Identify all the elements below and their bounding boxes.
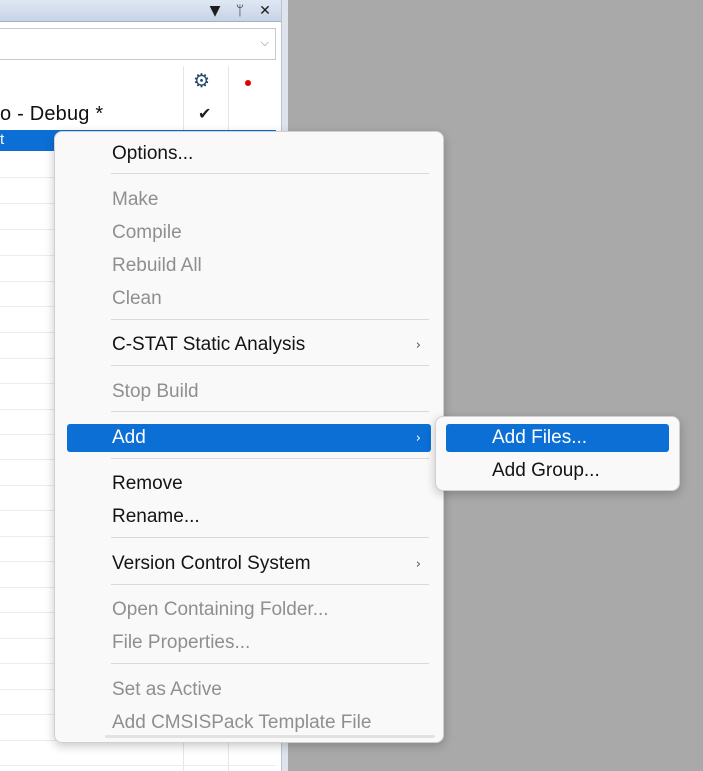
menu-item-label: Compile (112, 222, 182, 243)
menu-item-label: Open Containing Folder... (112, 599, 329, 620)
menu-item-compile[interactable]: Compile (67, 219, 431, 247)
menu-item-label: Make (112, 189, 159, 210)
menu-item-label: Options... (112, 143, 194, 164)
chevron-right-icon: › (415, 430, 421, 446)
menu-item-add-group[interactable]: Add Group... (446, 457, 669, 485)
chevron-right-icon: › (415, 556, 421, 572)
menu-item-rename[interactable]: Rename... (67, 503, 431, 531)
menu-item-label: Rebuild All (112, 255, 202, 276)
gear-icon[interactable]: ⚙ (193, 70, 210, 92)
menu-item-set-as-active[interactable]: Set as Active (67, 676, 431, 704)
add-submenu: Add Files... Add Group... (435, 416, 680, 491)
menu-separator (111, 365, 429, 366)
window-position-dropdown-icon[interactable]: ▼ (205, 1, 225, 21)
menu-item-label: Set as Active (112, 679, 222, 700)
context-menu: Options... Make Compile Rebuild All Clea… (54, 131, 444, 743)
menu-item-label: Add Files... (492, 427, 588, 448)
menu-item-open-containing-folder[interactable]: Open Containing Folder... (67, 596, 431, 624)
menu-item-label: Version Control System (112, 553, 311, 574)
menu-item-remove[interactable]: Remove (67, 470, 431, 498)
panel-titlebar: ▼ ᛘ ✕ (0, 0, 281, 22)
selected-row-label: t (0, 131, 5, 148)
menu-item-rebuild-all[interactable]: Rebuild All (67, 252, 431, 280)
row-divider (0, 765, 276, 766)
menu-separator (111, 173, 429, 174)
menu-item-options[interactable]: Options... (67, 140, 431, 168)
menu-item-label: Remove (112, 473, 183, 494)
menu-item-file-properties[interactable]: File Properties... (67, 629, 431, 657)
breakpoint-dot-icon (245, 80, 251, 86)
menu-separator (111, 537, 429, 538)
close-icon[interactable]: ✕ (255, 1, 275, 21)
menu-separator (111, 458, 429, 459)
pin-icon[interactable]: ᛘ (230, 1, 250, 21)
menu-item-cstat-static-analysis[interactable]: C-STAT Static Analysis › (67, 331, 431, 359)
menu-item-label: Stop Build (112, 381, 199, 402)
menu-separator (111, 663, 429, 664)
chevron-down-icon[interactable]: ⌵ (261, 36, 269, 50)
menu-item-label: Rename... (112, 506, 200, 527)
menu-item-label: Add Group... (492, 460, 600, 481)
chevron-right-icon: › (415, 337, 421, 353)
menu-scroll-indicator (105, 735, 435, 738)
menu-item-label: Add CMSISPack Template File (112, 712, 372, 733)
menu-item-label: Add (112, 427, 146, 448)
menu-item-label: C-STAT Static Analysis (112, 334, 306, 355)
menu-item-stop-build[interactable]: Stop Build (67, 378, 431, 406)
menu-item-add-cmsispack-template-file[interactable]: Add CMSISPack Template File (67, 709, 431, 737)
check-icon: ✔ (198, 104, 212, 123)
configuration-dropdown[interactable]: ⌵ (0, 28, 276, 60)
menu-item-add-files[interactable]: Add Files... (446, 424, 669, 452)
menu-item-label: Clean (112, 288, 162, 309)
menu-item-version-control-system[interactable]: Version Control System › (67, 550, 431, 578)
menu-item-label: File Properties... (112, 632, 251, 653)
menu-separator (111, 319, 429, 320)
menu-separator (111, 584, 429, 585)
menu-item-add[interactable]: Add › (67, 424, 431, 452)
menu-separator (111, 411, 429, 412)
menu-item-make[interactable]: Make (67, 186, 431, 214)
menu-item-clean[interactable]: Clean (67, 285, 431, 313)
project-name[interactable]: o - Debug * (0, 103, 103, 126)
